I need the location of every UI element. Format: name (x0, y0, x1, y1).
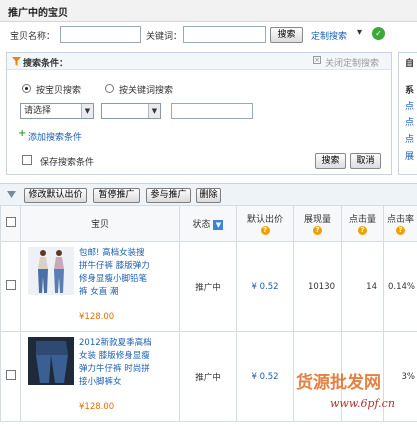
item-name-label: 宝贝名称： (10, 32, 56, 42)
chevron-down-icon: ▼ (148, 104, 160, 118)
title-line: 弹力牛仔裤 时尚拼 (79, 364, 150, 374)
row-select-cell (0, 331, 21, 422)
col-header-status[interactable]: 状态 ▼ (179, 205, 237, 242)
close-custom-search-link[interactable]: 关闭定制搜索 (325, 56, 379, 69)
keyword-label: 关键词： (146, 32, 183, 42)
action-toolbar: 修改默认出价 暂停推广 参与推广 删除 (0, 183, 417, 205)
radio-by-keyword[interactable] (105, 84, 114, 93)
title-line: 接小脚裤女 (79, 377, 122, 387)
select-all-cell (0, 205, 21, 242)
cancel-button[interactable]: 取消 (350, 153, 381, 169)
pause-promotion-button[interactable]: 暂停推广 (93, 188, 140, 203)
table-row: 包邮! 高档女装搜 拼牛仔裤 膝版弹力 修身显瘦小脚铅笔 裤 女直 潮 ¥128… (0, 241, 417, 332)
join-promotion-button[interactable]: 参与推广 (146, 188, 191, 203)
help-icon[interactable]: ? (260, 226, 270, 235)
product-thumbnail[interactable] (28, 337, 74, 385)
help-icon[interactable]: ? (313, 226, 322, 235)
clicks-cell: 14 (341, 241, 384, 332)
radio-by-item-label: 按宝贝搜索 (36, 86, 82, 96)
chevron-down-icon: ▼ (81, 104, 93, 118)
col-header-ctr: 点击率 ? (383, 205, 417, 242)
add-icon[interactable]: + (18, 128, 26, 139)
close-icon[interactable]: × (313, 56, 321, 64)
right-panel-link[interactable]: 展 (405, 149, 414, 162)
col-header-bid-label: 默认出价 (246, 215, 283, 225)
add-condition-link[interactable]: 添加搜索条件 (28, 130, 82, 143)
product-title-link[interactable]: 包邮! 高档女装搜 拼牛仔裤 膝版弹力 修身显瘦小脚铅笔 裤 女直 潮 (79, 247, 150, 299)
jeans-image-icon (28, 247, 74, 295)
watermark-text: 货源批发网 (296, 373, 381, 393)
right-panel-link[interactable]: 点 (405, 132, 414, 145)
right-panel-link[interactable]: 点 (405, 99, 414, 112)
radio-by-item[interactable] (22, 84, 31, 93)
col-header-clicks: 点击量 ? (341, 205, 384, 242)
save-condition-label: 保存搜索条件 (40, 158, 95, 168)
jeans-image-icon (28, 337, 74, 385)
col-header-status-label: 状态 (192, 220, 211, 230)
item-name-input[interactable] (60, 26, 141, 43)
filter-dropdown-icon[interactable]: ▼ (213, 220, 224, 230)
panel-title: 搜索条件： (23, 59, 69, 69)
col-header-impressions: 展现量 ? (293, 205, 342, 242)
field-select[interactable]: 请选择 ▼ (20, 103, 94, 119)
impressions-cell: 10130 (293, 241, 342, 332)
page-title: 推广中的宝贝 (0, 0, 417, 22)
keyword-input[interactable] (183, 26, 266, 43)
condition-value-input[interactable] (171, 103, 253, 119)
arrow-down-icon (7, 191, 16, 198)
search-button[interactable]: 搜索 (270, 27, 303, 43)
col-header-bid: 默认出价 ? (236, 205, 294, 242)
title-line: 女装 膝版修身显瘦 (79, 351, 150, 361)
product-price: ¥128.00 (79, 312, 115, 322)
title-line: 包邮! 高档女装搜 (79, 248, 145, 258)
panel-header: 搜索条件： × 关闭定制搜索 (7, 53, 391, 70)
save-condition-checkbox[interactable] (22, 155, 32, 165)
help-icon[interactable]: ? (358, 226, 367, 235)
filter-icon (12, 57, 21, 66)
right-side-panel: 自 系 点 点 点 展 (398, 52, 417, 175)
custom-search-link[interactable]: 定制搜索 (311, 29, 347, 42)
chevron-down-icon[interactable]: ▾ (357, 27, 362, 38)
help-badge-icon[interactable]: ✓ (372, 27, 385, 40)
col-header-item: 宝贝 (20, 205, 180, 242)
table-header-row: 宝贝 状态 ▼ 默认出价 ? 展现量 ? 点击量 ? 点击率 ? (0, 205, 417, 242)
search-row: 宝贝名称： 关键词： 搜索 定制搜索 ▾ ✓ (0, 23, 417, 47)
row-select-cell (0, 241, 21, 332)
product-title-link[interactable]: 2012新款夏季高档 女装 膝版修身显瘦 弹力牛仔裤 时尚拼 接小脚裤女 (79, 337, 152, 389)
panel-search-button[interactable]: 搜索 (315, 153, 346, 169)
item-cell: 包邮! 高档女装搜 拼牛仔裤 膝版弹力 修身显瘦小脚铅笔 裤 女直 潮 ¥128… (20, 241, 180, 332)
right-panel-link[interactable]: 点 (405, 115, 414, 128)
status-cell: 推广中 (179, 331, 237, 422)
col-header-impressions-label: 展现量 (303, 215, 331, 225)
field-select-value: 请选择 (24, 106, 52, 116)
title-line: 拼牛仔裤 膝版弹力 (79, 261, 150, 271)
delete-button[interactable]: 删除 (196, 188, 221, 203)
select-all-checkbox[interactable] (5, 217, 16, 227)
item-cell: 2012新款夏季高档 女装 膝版修身显瘦 弹力牛仔裤 时尚拼 接小脚裤女 ¥12… (20, 331, 180, 422)
bid-cell[interactable]: ¥ 0.52 (236, 331, 294, 422)
ctr-cell: 0.14% (383, 241, 417, 332)
status-cell: 推广中 (179, 241, 237, 332)
row-checkbox[interactable] (5, 370, 16, 380)
search-condition-panel: 搜索条件： × 关闭定制搜索 按宝贝搜索 按关键词搜索 请选择 ▼ ▼ + 添加… (6, 52, 392, 175)
title-line: 2012新款夏季高档 (79, 338, 152, 348)
row-checkbox[interactable] (5, 280, 16, 290)
col-header-clicks-label: 点击量 (348, 215, 376, 225)
title-line: 裤 女直 潮 (79, 287, 119, 297)
operator-select[interactable]: ▼ (101, 103, 161, 119)
help-icon[interactable]: ? (396, 226, 405, 235)
col-header-ctr-label: 点击率 (386, 215, 414, 225)
radio-by-keyword-label: 按关键词搜索 (119, 86, 174, 96)
bid-cell[interactable]: ¥ 0.52 (236, 241, 294, 332)
right-panel-subtitle: 系 (405, 86, 415, 96)
right-panel-title: 自 (405, 59, 415, 69)
title-line: 修身显瘦小脚铅笔 (79, 274, 148, 284)
edit-default-bid-button[interactable]: 修改默认出价 (24, 188, 87, 203)
product-thumbnail[interactable] (28, 247, 74, 295)
watermark-url: www.6pf.cn (330, 397, 395, 410)
product-price: ¥128.00 (79, 402, 115, 412)
